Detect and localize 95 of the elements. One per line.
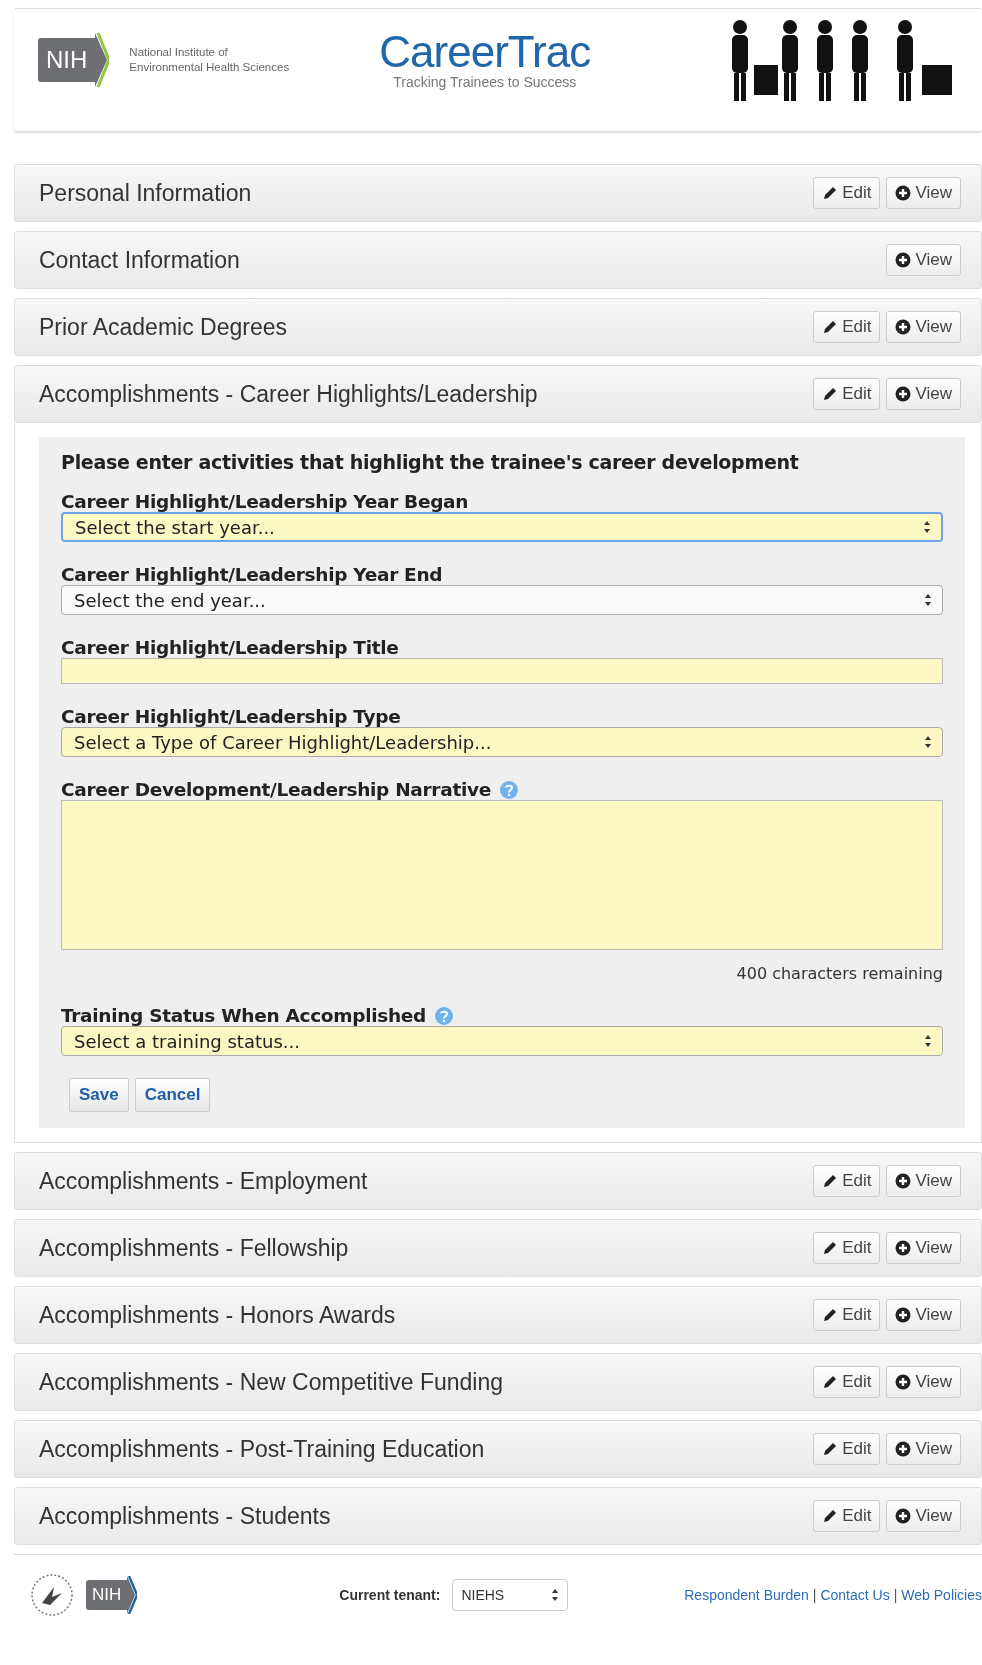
field-label: Career Highlight/Leadership Year End <box>61 564 443 585</box>
panel-title: Accomplishments - New Competitive Funding <box>39 1368 504 1396</box>
field-label: Training Status When Accomplished <box>61 1005 426 1026</box>
view-button[interactable]: View <box>886 1232 961 1264</box>
org-name: National Institute of <box>129 45 229 60</box>
pencil-icon <box>822 386 839 402</box>
circle-plus-icon <box>895 1508 912 1524</box>
panel-title: Accomplishments - Honors Awards <box>39 1301 397 1329</box>
save-button[interactable]: Save <box>69 1078 129 1112</box>
field-label: Career Development/Leadership Narrative <box>61 779 491 800</box>
edit-button[interactable]: Edit <box>813 1433 881 1465</box>
panel-header[interactable]: Prior Academic Degrees Edit View <box>14 298 982 356</box>
footer-link[interactable]: Web Policies <box>901 1587 982 1603</box>
view-button[interactable]: View <box>886 244 961 276</box>
help-icon[interactable] <box>434 1005 454 1026</box>
character-counter: 400 characters remaining <box>736 964 943 983</box>
panel-header[interactable]: Accomplishments - Employment Edit View <box>14 1152 982 1210</box>
view-button[interactable]: View <box>886 1366 961 1398</box>
app-logo-text: CareerTrac <box>379 30 591 74</box>
view-button[interactable]: View <box>886 1165 961 1197</box>
textarea-field[interactable] <box>61 800 943 950</box>
panel-header[interactable]: Accomplishments - Honors Awards Edit View <box>14 1286 982 1344</box>
field-label: Career Highlight/Leadership Year Began <box>61 491 469 512</box>
edit-button[interactable]: Edit <box>813 311 881 343</box>
pencil-icon <box>822 1240 839 1256</box>
panel-header[interactable]: Accomplishments - Fellowship Edit View <box>14 1219 982 1277</box>
select-field[interactable]: Select a Type of Career Highlight/Leadership... <box>61 727 943 757</box>
org-name: Environmental Health Sciences <box>129 60 291 75</box>
edit-button[interactable]: Edit <box>813 1165 881 1197</box>
panel-title: Contact Information <box>39 246 241 274</box>
circle-plus-icon <box>895 1441 912 1457</box>
eagle-seal-icon <box>30 1573 74 1617</box>
pencil-icon <box>822 319 839 335</box>
circle-plus-icon <box>895 1173 912 1189</box>
circle-plus-icon <box>895 1374 912 1390</box>
circle-plus-icon <box>895 1240 912 1256</box>
nih-logo: NIH <box>38 33 110 87</box>
circle-plus-icon <box>895 252 912 268</box>
select-arrows-icon <box>924 593 932 607</box>
select-field[interactable]: Select the end year... <box>61 585 943 615</box>
view-button[interactable]: View <box>886 1433 961 1465</box>
panel-header[interactable]: Accomplishments - Career Highlights/Leadership Edit View <box>14 365 982 423</box>
circle-plus-icon <box>895 319 912 335</box>
select-arrows-icon <box>924 1034 932 1048</box>
edit-button[interactable]: Edit <box>813 1299 881 1331</box>
select-field[interactable]: Select the start year... <box>61 512 943 542</box>
input-field[interactable] <box>61 658 943 684</box>
panel-title: Accomplishments - Students <box>39 1502 332 1530</box>
circle-plus-icon <box>895 185 912 201</box>
pencil-icon <box>822 185 839 201</box>
edit-button[interactable]: Edit <box>813 1232 881 1264</box>
panel-header[interactable]: Accomplishments - New Competitive Funding Edit View <box>14 1353 982 1411</box>
footer-link[interactable]: Respondent Burden <box>684 1587 809 1603</box>
nih-logo: NIH <box>86 1576 138 1614</box>
view-button[interactable]: View <box>886 378 961 410</box>
link-separator: | <box>812 1587 817 1603</box>
panel-title: Accomplishments - Employment <box>39 1167 369 1195</box>
select-arrows-icon <box>924 735 932 749</box>
link-separator: | <box>893 1587 898 1603</box>
help-icon[interactable] <box>499 779 519 800</box>
panel-title: Accomplishments - Career Highlights/Leadership <box>39 380 539 408</box>
view-button[interactable]: View <box>886 1299 961 1331</box>
cancel-button[interactable]: Cancel <box>134 1078 211 1112</box>
view-button[interactable]: View <box>886 1500 961 1532</box>
circle-plus-icon <box>895 386 912 402</box>
tenant-label: Current tenant: <box>339 1587 441 1603</box>
app-tagline: Tracking Trainees to Success <box>393 74 577 90</box>
tenant-select[interactable]: NIEHS <box>452 1579 569 1611</box>
field-label: Career Highlight/Leadership Type <box>61 706 401 727</box>
footer-link[interactable]: Contact Us <box>820 1587 890 1603</box>
pencil-icon <box>822 1374 839 1390</box>
pencil-icon <box>822 1508 839 1524</box>
form-intro: Please enter activities that highlight the trainee's career development <box>61 451 800 473</box>
panel-title: Accomplishments - Post-Training Education <box>39 1435 486 1463</box>
panel-header[interactable]: Contact Information View <box>14 231 982 289</box>
pencil-icon <box>822 1173 839 1189</box>
field-label: Career Highlight/Leadership Title <box>61 637 399 658</box>
panel-header[interactable]: Personal Information Edit View <box>14 164 982 222</box>
panel-header[interactable]: Accomplishments - Students Edit View <box>14 1487 982 1545</box>
panel-header[interactable]: Accomplishments - Post-Training Education Edit View <box>14 1420 982 1478</box>
edit-button[interactable]: Edit <box>813 1500 881 1532</box>
edit-button[interactable]: Edit <box>813 177 881 209</box>
edit-button[interactable]: Edit <box>813 378 881 410</box>
view-button[interactable]: View <box>886 177 961 209</box>
panel-title: Accomplishments - Fellowship <box>39 1234 350 1262</box>
select-field[interactable]: Select a training status... <box>61 1026 943 1056</box>
circle-plus-icon <box>895 1307 912 1323</box>
pencil-icon <box>822 1307 839 1323</box>
panel-title: Prior Academic Degrees <box>39 313 288 341</box>
edit-button[interactable]: Edit <box>813 1366 881 1398</box>
select-arrows-icon <box>923 520 931 534</box>
view-button[interactable]: View <box>886 311 961 343</box>
panel-title: Personal Information <box>39 179 253 207</box>
select-arrows-icon <box>551 1588 560 1602</box>
pencil-icon <box>822 1441 839 1457</box>
